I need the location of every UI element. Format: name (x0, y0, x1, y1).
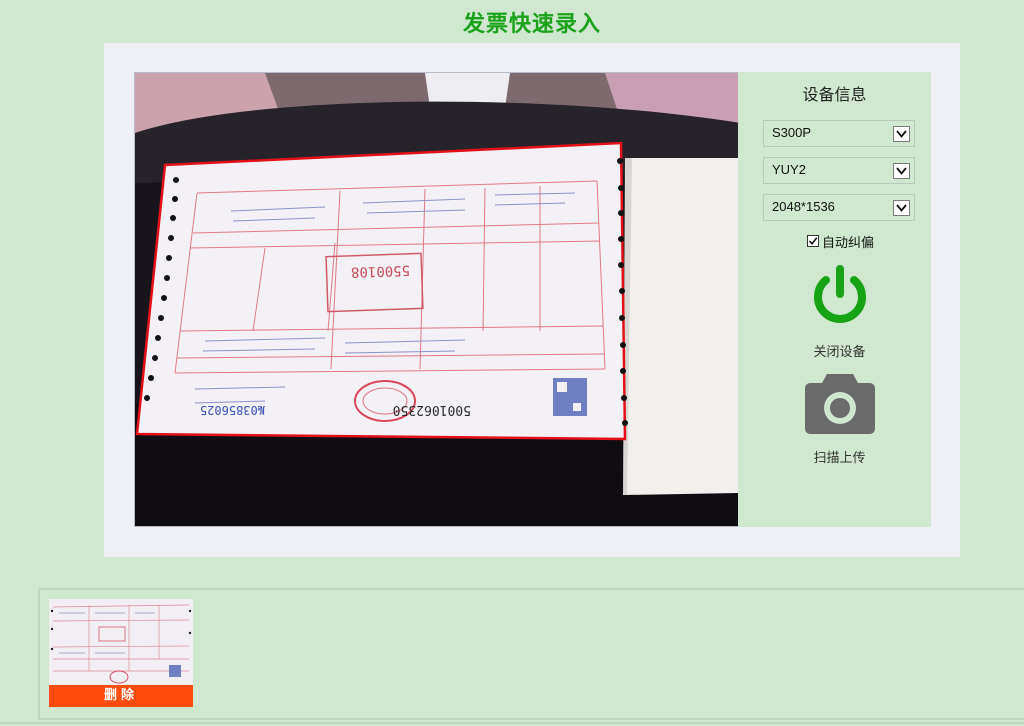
power-button-label[interactable]: 关闭设备 (738, 341, 941, 360)
chevron-down-icon[interactable] (893, 200, 910, 216)
resolution-select[interactable]: 2048*1536 (763, 194, 915, 221)
camera-preview: 5500108 5001062350 №03856025 (134, 72, 739, 527)
divider (0, 722, 1024, 724)
device-info-title: 设备信息 (802, 85, 867, 104)
camera-feed: 5500108 5001062350 №03856025 (135, 73, 738, 526)
device-select[interactable]: S300P (763, 120, 915, 147)
page-title: 发票快速录入 (462, 12, 601, 37)
auto-correct-option: 自动纠偏 (807, 233, 875, 251)
invoice-thumbnail[interactable] (49, 599, 193, 685)
power-button[interactable] (809, 264, 871, 326)
scan-upload-button[interactable] (803, 370, 877, 436)
device-select-value: S300P (772, 125, 812, 140)
scan-upload-label[interactable]: 扫描上传 (738, 447, 941, 466)
delete-button[interactable]: 删除 (49, 685, 193, 707)
thumbnail-item[interactable]: 删除 (49, 599, 193, 709)
format-select-value: YUY2 (772, 162, 806, 177)
chevron-down-icon[interactable] (893, 163, 910, 179)
device-info-panel: 设备信息 S300P YUY2 2048*1536 自动纠偏 关闭设备 扫描上传 (738, 72, 931, 527)
format-select[interactable]: YUY2 (763, 157, 915, 184)
check-icon (808, 237, 818, 246)
main-panel: 5500108 5001062350 №03856025 设备信息 S300P … (104, 43, 960, 557)
invoice-number: №03856025 (200, 403, 265, 417)
thumbnail-panel: 删除 (38, 588, 1024, 720)
power-icon (814, 265, 866, 323)
resolution-select-value: 2048*1536 (772, 199, 835, 214)
chevron-down-icon[interactable] (893, 126, 910, 142)
stamp-code: 5500108 (351, 262, 411, 280)
invoice-code: 5001062350 (393, 402, 471, 417)
camera-icon (805, 374, 875, 434)
auto-correct-label: 自动纠偏 (822, 235, 875, 251)
auto-correct-checkbox[interactable] (807, 235, 819, 247)
